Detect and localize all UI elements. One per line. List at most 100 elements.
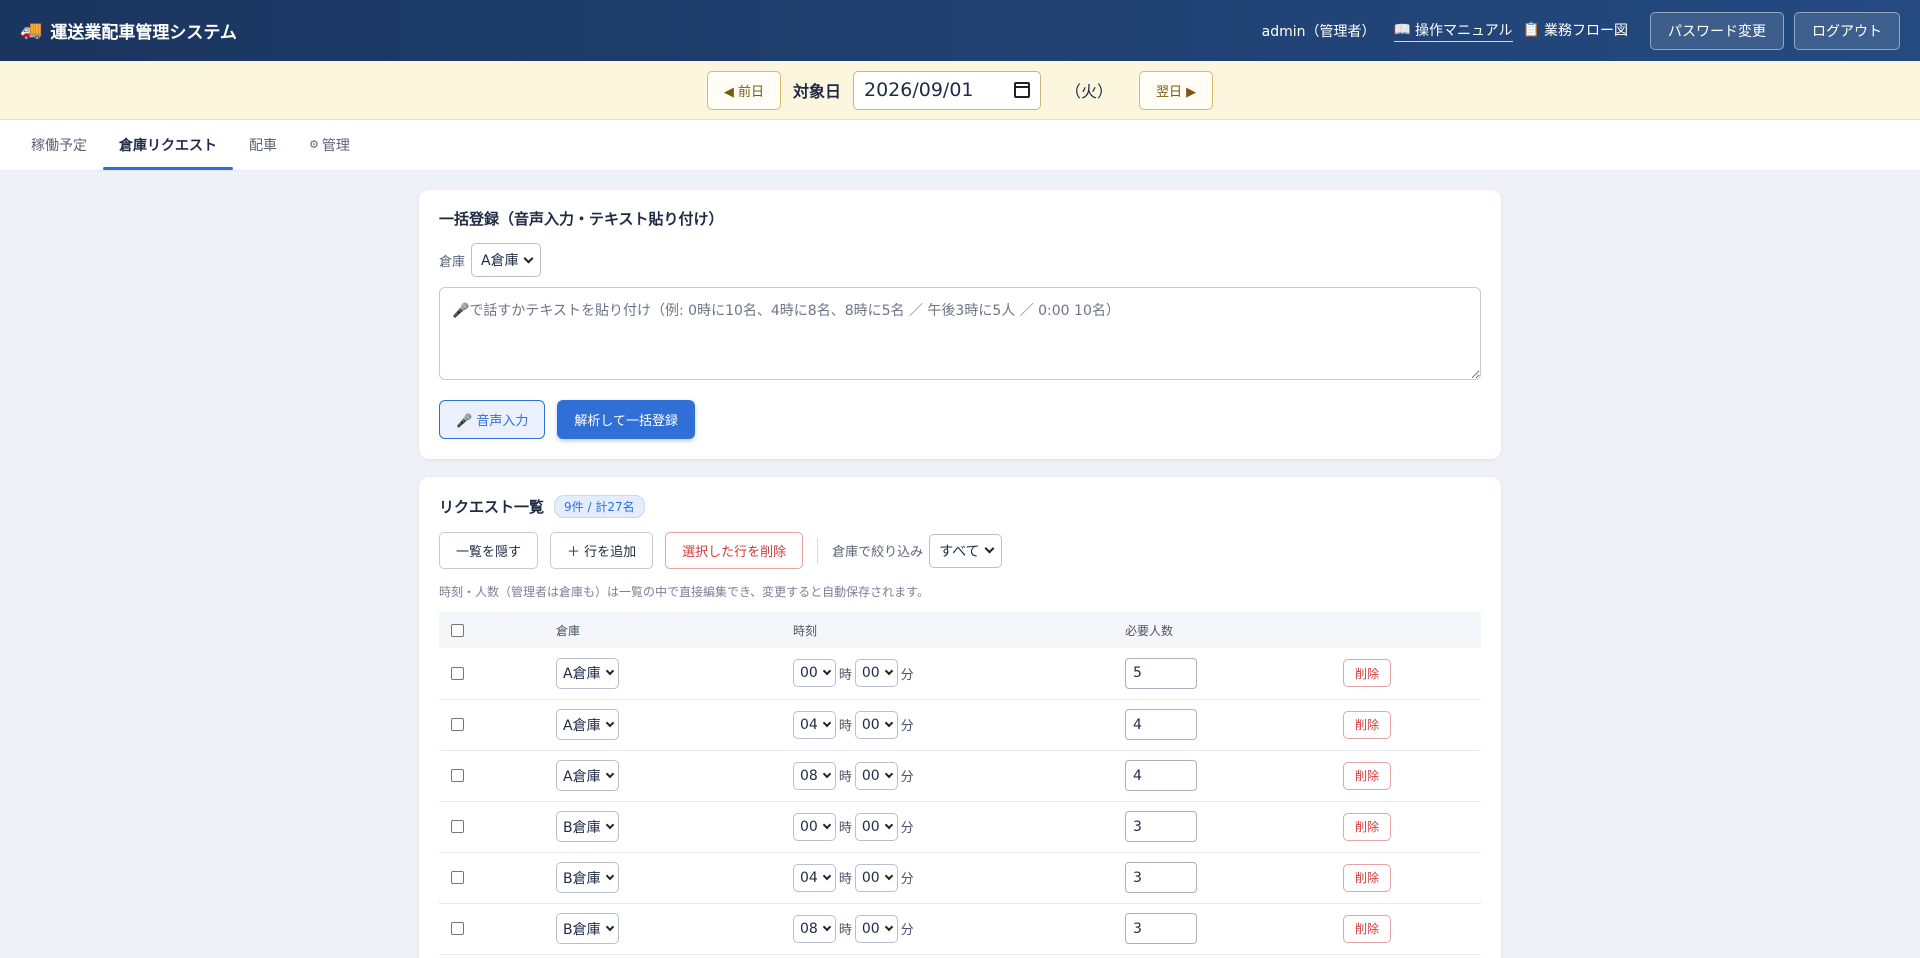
chevron-down-icon — [884, 820, 893, 829]
row-minute-select[interactable]: 00 — [854, 761, 898, 790]
row-delete-button[interactable]: 削除 — [1343, 914, 1392, 943]
row-warehouse-select[interactable]: B倉庫 — [556, 811, 619, 842]
row-checkbox[interactable] — [451, 718, 464, 731]
chevron-down-icon — [884, 718, 893, 727]
row-count-input[interactable]: 3 — [1125, 913, 1197, 944]
date-label: 対象日 — [792, 82, 841, 101]
row-warehouse-value: B倉庫 — [563, 819, 601, 836]
hour-unit: 時 — [838, 667, 852, 683]
calendar-icon[interactable] — [1014, 82, 1030, 98]
app-title: 運送業配車管理システム — [50, 23, 237, 43]
row-warehouse-value: A倉庫 — [563, 717, 601, 734]
table-header-row: 倉庫 時刻 必要人数 — [439, 612, 1481, 648]
row-count-value: 4 — [1133, 767, 1142, 784]
row-warehouse-select[interactable]: A倉庫 — [556, 709, 619, 740]
row-hour-value: 00 — [800, 818, 818, 835]
row-count-value: 3 — [1133, 869, 1142, 886]
row-checkbox[interactable] — [451, 922, 464, 935]
flow-link[interactable]: 📋 業務フロー図 — [1523, 20, 1628, 41]
row-warehouse-value: A倉庫 — [563, 666, 601, 683]
row-warehouse-select[interactable]: A倉庫 — [556, 760, 619, 791]
row-count-input[interactable]: 3 — [1125, 811, 1197, 842]
bulk-register-title: 一括登録（音声入力・テキスト貼り付け） — [439, 210, 724, 228]
row-count-input[interactable]: 5 — [1125, 657, 1197, 689]
row-minute-select[interactable]: 00 — [854, 863, 898, 892]
row-hour-value: 04 — [800, 716, 818, 733]
book-icon: 📖 — [1393, 21, 1411, 38]
chevron-down-icon — [605, 820, 614, 829]
row-delete-button[interactable]: 削除 — [1343, 863, 1392, 892]
row-delete-button[interactable]: 削除 — [1343, 659, 1392, 688]
row-hour-select[interactable]: 00 — [793, 659, 836, 688]
table-row: B倉庫 00 時 00 分 3 削除 — [439, 801, 1481, 853]
logout-button[interactable]: ログアウト — [1794, 11, 1900, 50]
chevron-down-icon — [605, 667, 614, 676]
prev-day-button[interactable]: ◀ 前日 — [706, 70, 781, 110]
row-warehouse-select[interactable]: B倉庫 — [556, 913, 619, 944]
col-warehouse: 倉庫 — [556, 623, 581, 638]
row-delete-button[interactable]: 削除 — [1343, 812, 1392, 841]
row-delete-button[interactable]: 削除 — [1343, 761, 1392, 790]
row-checkbox[interactable] — [451, 871, 464, 884]
delete-selected-button[interactable]: 選択した行を削除 — [665, 532, 804, 569]
manual-link[interactable]: 📖 操作マニュアル — [1393, 20, 1513, 42]
date-bar: ◀ 前日 対象日 2026/09/01 （火） 翌日 ▶ — [0, 61, 1920, 120]
row-minute-value: 00 — [861, 767, 880, 784]
row-count-input[interactable]: 4 — [1125, 760, 1197, 791]
hide-list-button[interactable]: 一覧を隠す — [439, 532, 539, 569]
manual-link-label: 操作マニュアル — [1414, 22, 1513, 39]
date-input[interactable]: 2026/09/01 — [853, 70, 1041, 110]
select-all-checkbox[interactable] — [451, 624, 464, 637]
warehouse-filter-select[interactable]: すべて — [929, 533, 1002, 568]
clipboard-icon: 📋 — [1522, 22, 1540, 38]
tab-admin[interactable]: ⚙ 管理 — [293, 119, 366, 170]
chevron-down-icon — [822, 820, 832, 829]
row-minute-select[interactable]: 00 — [854, 812, 898, 841]
count-badge: 9件 / 計27名 — [554, 495, 645, 518]
row-hour-select[interactable]: 08 — [793, 761, 836, 790]
tab-warehouse-request[interactable]: 倉庫リクエスト — [103, 119, 233, 170]
row-hour-select[interactable]: 00 — [793, 812, 836, 841]
row-minute-value: 00 — [861, 716, 880, 733]
chevron-down-icon — [822, 922, 832, 931]
chevron-down-icon — [523, 253, 534, 263]
bulk-warehouse-select[interactable]: A倉庫 — [471, 243, 541, 277]
user-name: admin（管理者） — [1261, 23, 1376, 40]
row-warehouse-select[interactable]: B倉庫 — [556, 862, 619, 893]
minute-unit: 分 — [900, 719, 914, 734]
row-minute-select[interactable]: 00 — [854, 914, 898, 943]
minute-unit: 分 — [900, 821, 914, 836]
row-hour-value: 04 — [800, 869, 818, 886]
row-delete-button[interactable]: 削除 — [1343, 710, 1392, 739]
row-minute-select[interactable]: 00 — [854, 710, 898, 739]
next-day-button[interactable]: 翌日 ▶ — [1139, 70, 1214, 110]
chevron-down-icon — [822, 718, 832, 727]
change-password-button[interactable]: パスワード変更 — [1650, 11, 1784, 50]
chevron-down-icon — [822, 871, 832, 880]
bulk-text-input[interactable] — [439, 287, 1481, 380]
row-count-input[interactable]: 3 — [1125, 862, 1197, 893]
row-count-value: 3 — [1133, 920, 1142, 937]
voice-input-button[interactable]: 🎤 音声入力 — [439, 400, 546, 439]
tab-dispatch[interactable]: 配車 — [233, 119, 293, 170]
row-checkbox[interactable] — [451, 666, 464, 680]
row-warehouse-select[interactable]: A倉庫 — [556, 657, 619, 689]
parse-register-button[interactable]: 解析して一括登録 — [557, 400, 695, 439]
table-row: A倉庫 04 時 00 分 4 削除 — [439, 699, 1481, 751]
tab-schedule[interactable]: 稼働予定 — [15, 119, 103, 170]
hour-unit: 時 — [838, 821, 852, 836]
row-minute-select[interactable]: 00 — [854, 659, 898, 688]
row-checkbox[interactable] — [451, 769, 464, 782]
request-list-card: リクエスト一覧 9件 / 計27名 一覧を隠す ＋ 行を追加 選択した行を削除 … — [419, 477, 1501, 958]
row-minute-value: 00 — [861, 665, 880, 682]
row-hour-select[interactable]: 04 — [793, 863, 836, 892]
row-count-input[interactable]: 4 — [1125, 709, 1197, 740]
add-row-button[interactable]: ＋ 行を追加 — [550, 532, 654, 569]
row-hour-select[interactable]: 08 — [793, 914, 836, 943]
tab-dispatch-label: 配車 — [249, 137, 277, 154]
row-checkbox[interactable] — [451, 820, 464, 833]
row-hour-select[interactable]: 04 — [793, 710, 836, 739]
bulk-register-card: 一括登録（音声入力・テキスト貼り付け） 倉庫 A倉庫 🎤 音声入力 解析して一括… — [419, 190, 1501, 459]
chevron-down-icon — [984, 543, 995, 554]
chevron-down-icon — [884, 667, 893, 676]
